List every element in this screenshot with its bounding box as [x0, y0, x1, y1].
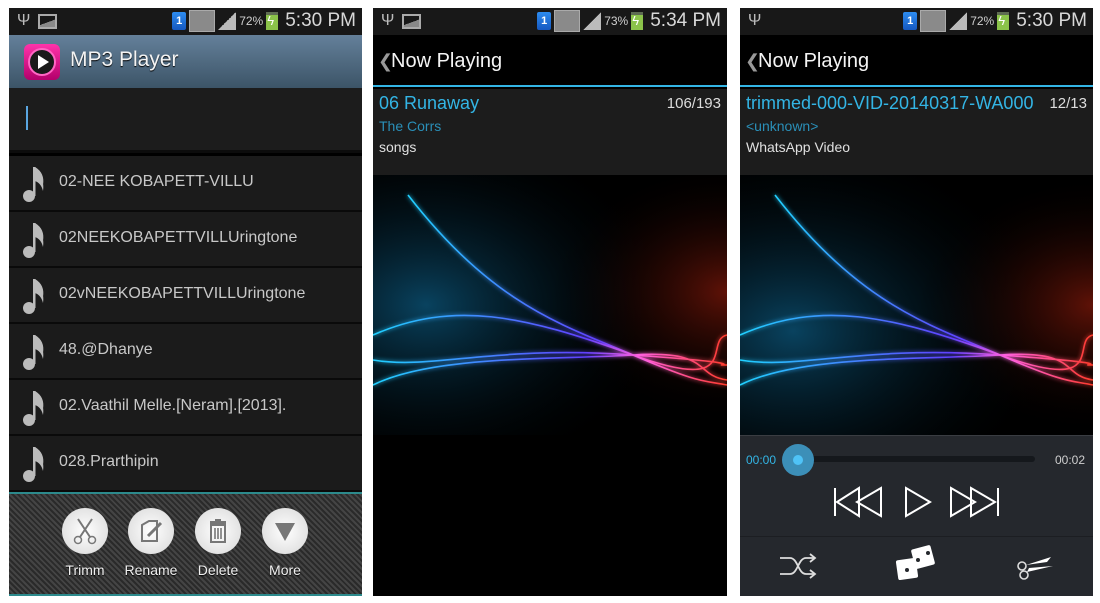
battery-percent: 72%	[239, 14, 264, 28]
track-position: 12/13	[1048, 95, 1087, 112]
text-caret	[26, 106, 28, 130]
music-note-icon	[23, 167, 44, 202]
trash-icon	[210, 519, 226, 543]
light-wave-artwork	[740, 175, 1093, 435]
shuffle-icon[interactable]	[778, 551, 818, 581]
app-title: MP3 Player	[70, 48, 179, 71]
battery-percent: 73%	[604, 14, 629, 28]
signal-icon	[583, 12, 602, 30]
song-list: 02-NEE KOBAPETT-VILLU 02NEEKOBAPETTVILLU…	[9, 156, 362, 492]
image-icon	[38, 13, 58, 29]
transport-controls	[740, 486, 1093, 526]
music-note-icon	[23, 335, 44, 370]
rename-button[interactable]: Rename	[116, 508, 186, 578]
song-title: 028.Prarthipin	[59, 453, 159, 470]
app-logo-icon	[24, 44, 60, 80]
clock: 5:30 PM	[285, 10, 356, 31]
trim-scissors-icon[interactable]	[1015, 551, 1055, 581]
now-playing-header[interactable]: ❮ Now Playing	[740, 35, 1093, 87]
image-icon	[402, 13, 422, 29]
action-toolbar: Trimm Rename Delete More	[9, 492, 362, 596]
triangle-down-icon	[275, 523, 295, 541]
track-info: 06 Runaway 106/193 The Corrs songs	[373, 89, 727, 175]
now-playing-screen: Ψ 1 73% 5:34 PM ❮ Now Playing 06 Runaway…	[373, 8, 727, 596]
mp3-player-screen: Ψ 1 72% 5:30 PM MP3 Player 02-NEE KOBAPE…	[9, 8, 362, 596]
track-album: songs	[379, 139, 417, 155]
seek-bar[interactable]	[788, 456, 1035, 462]
app-header: MP3 Player	[9, 35, 362, 88]
edit-icon	[141, 520, 163, 542]
song-title: 02-NEE KOBAPETT-VILLU	[59, 173, 254, 190]
track-artist: <unknown>	[746, 118, 819, 134]
now-playing-title: Now Playing	[758, 50, 870, 72]
now-playing-video-screen: Ψ 1 72% 5:30 PM ❮ Now Playing trimmed-00…	[740, 8, 1093, 596]
battery-percent: 72%	[970, 14, 995, 28]
track-title: trimmed-000-VID-20140317-WA000	[746, 93, 1034, 113]
previous-icon[interactable]	[833, 486, 885, 518]
battery-charging-icon	[266, 12, 279, 30]
signal-box-icon	[554, 10, 581, 32]
light-wave-artwork	[373, 175, 727, 495]
signal-icon	[218, 12, 237, 30]
trimm-label: Trimm	[65, 562, 105, 578]
song-list-item[interactable]: 028.Prarthipin	[9, 436, 362, 492]
song-title: 48.@Dhanye	[59, 341, 153, 358]
battery-charging-icon	[631, 12, 644, 30]
music-note-icon	[23, 447, 44, 482]
song-title: 02NEEKOBAPETTVILLUringtone	[59, 229, 298, 246]
track-position: 106/193	[665, 95, 721, 112]
song-list-item[interactable]: 02NEEKOBAPETTVILLUringtone	[9, 212, 362, 268]
sim-icon: 1	[537, 12, 552, 30]
delete-button[interactable]: Delete	[183, 508, 253, 578]
now-playing-header[interactable]: ❮ Now Playing	[373, 35, 727, 87]
status-bar: Ψ 1 72% 5:30 PM	[9, 8, 362, 35]
seek-thumb[interactable]	[782, 444, 814, 476]
signal-box-icon	[920, 10, 947, 32]
elapsed-time: 00:00	[746, 453, 777, 467]
sim-icon: 1	[172, 12, 187, 30]
music-note-icon	[23, 391, 44, 426]
signal-box-icon	[189, 10, 216, 32]
trimm-button[interactable]: Trimm	[50, 508, 120, 578]
song-title: 02vNEEKOBAPETTVILLUringtone	[59, 285, 306, 302]
player-controls: 00:00 00:02	[740, 435, 1093, 596]
status-bar: Ψ 1 73% 5:34 PM	[373, 8, 727, 35]
album-art	[740, 175, 1093, 435]
more-button[interactable]: More	[250, 508, 320, 578]
delete-label: Delete	[197, 562, 239, 578]
clock: 5:34 PM	[650, 10, 721, 31]
song-title: 02.Vaathil Melle.[Neram].[2013].	[59, 397, 287, 414]
track-artist: The Corrs	[379, 118, 442, 134]
song-list-item[interactable]: 02.Vaathil Melle.[Neram].[2013].	[9, 380, 362, 436]
extra-controls	[740, 536, 1093, 596]
scissors-icon	[73, 518, 97, 545]
music-note-icon	[23, 279, 44, 314]
track-album: WhatsApp Video	[746, 139, 851, 155]
song-list-item[interactable]: 02vNEEKOBAPETTVILLUringtone	[9, 268, 362, 324]
status-bar: Ψ 1 72% 5:30 PM	[740, 8, 1093, 35]
now-playing-title: Now Playing	[391, 50, 503, 72]
dice-icon[interactable]	[895, 545, 939, 583]
music-note-icon	[23, 223, 44, 258]
play-icon[interactable]	[903, 486, 933, 518]
usb-icon: Ψ	[748, 12, 762, 29]
next-icon[interactable]	[949, 486, 1001, 518]
track-title: 06 Runaway	[379, 93, 480, 113]
search-input[interactable]	[9, 88, 362, 153]
usb-icon: Ψ	[17, 12, 31, 29]
album-art	[373, 175, 727, 495]
sim-icon: 1	[903, 12, 918, 30]
song-list-item[interactable]: 48.@Dhanye	[9, 324, 362, 380]
usb-icon: Ψ	[381, 12, 395, 29]
song-list-item[interactable]: 02-NEE KOBAPETT-VILLU	[9, 156, 362, 212]
total-duration: 00:02	[1054, 453, 1085, 467]
rename-label: Rename	[124, 562, 178, 578]
signal-icon	[949, 12, 968, 30]
battery-charging-icon	[997, 12, 1010, 30]
more-label: More	[269, 562, 301, 578]
clock: 5:30 PM	[1016, 10, 1087, 31]
track-info: trimmed-000-VID-20140317-WA000 12/13 <un…	[740, 89, 1093, 175]
